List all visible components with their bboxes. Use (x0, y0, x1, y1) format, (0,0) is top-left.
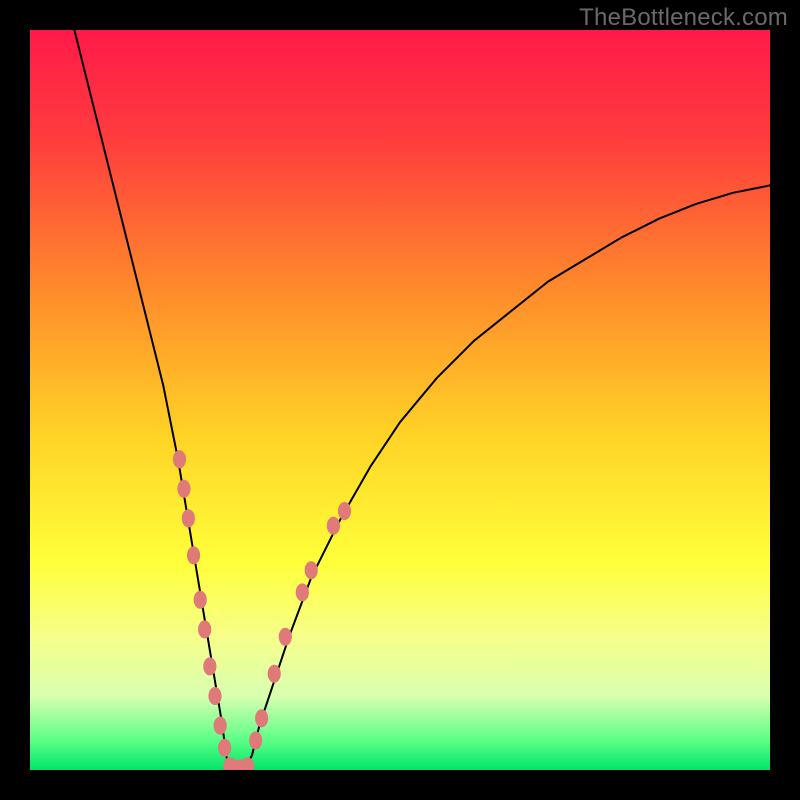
data-marker (279, 628, 292, 646)
data-marker (182, 509, 195, 527)
data-marker (268, 665, 281, 683)
data-marker (194, 591, 207, 609)
data-marker (296, 583, 309, 601)
chart-frame: TheBottleneck.com (0, 0, 800, 800)
data-marker (203, 657, 216, 675)
watermark-text: TheBottleneck.com (579, 4, 788, 32)
data-marker (305, 561, 318, 579)
chart-svg (30, 30, 770, 770)
data-marker (249, 731, 262, 749)
data-marker (187, 546, 200, 564)
data-marker (338, 502, 351, 520)
data-marker (198, 620, 211, 638)
data-marker (173, 450, 186, 468)
data-marker (255, 709, 268, 727)
data-marker (214, 717, 227, 735)
data-marker (177, 480, 190, 498)
data-marker (327, 517, 340, 535)
data-marker (218, 739, 231, 757)
gradient-background (30, 30, 770, 770)
data-marker (208, 687, 221, 705)
